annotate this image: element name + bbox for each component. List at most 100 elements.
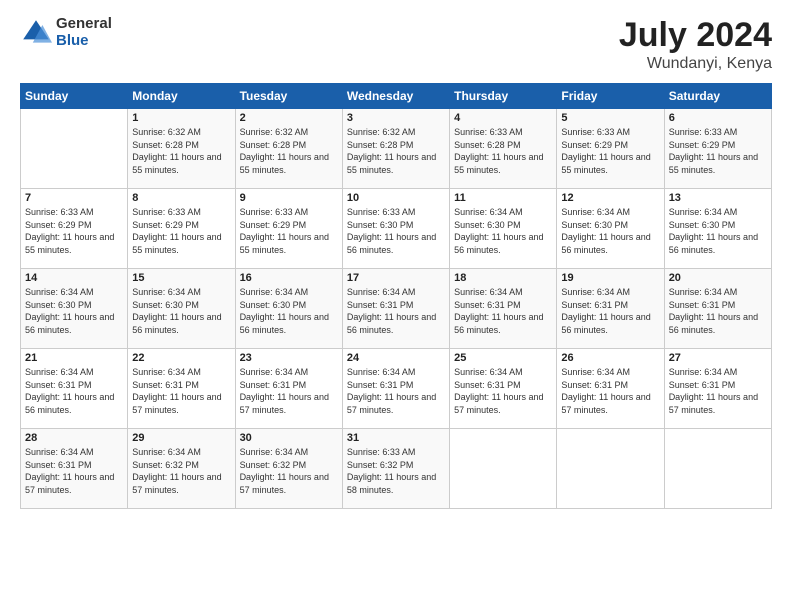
day-number: 20	[669, 272, 767, 284]
day-number: 5	[561, 112, 659, 124]
logo-general: General	[56, 16, 112, 33]
main-title: July 2024	[619, 16, 772, 55]
day-detail: Sunrise: 6:33 AMSunset: 6:29 PMDaylight:…	[25, 206, 123, 256]
calendar-cell: 4 Sunrise: 6:33 AMSunset: 6:28 PMDaylight…	[450, 109, 557, 189]
day-number: 24	[347, 352, 445, 364]
calendar-cell: 26 Sunrise: 6:34 AMSunset: 6:31 PMDayligh…	[557, 349, 664, 429]
calendar-cell: 8 Sunrise: 6:33 AMSunset: 6:29 PMDaylight…	[128, 189, 235, 269]
day-number: 16	[240, 272, 338, 284]
calendar-cell: 13 Sunrise: 6:34 AMSunset: 6:30 PMDayligh…	[664, 189, 771, 269]
day-number: 13	[669, 192, 767, 204]
page: General Blue July 2024 Wundanyi, Kenya S…	[0, 0, 792, 612]
calendar-day-header: Thursday	[450, 84, 557, 109]
title-block: July 2024 Wundanyi, Kenya	[619, 16, 772, 73]
day-number: 12	[561, 192, 659, 204]
day-number: 22	[132, 352, 230, 364]
day-detail: Sunrise: 6:33 AMSunset: 6:29 PMDaylight:…	[561, 126, 659, 176]
day-detail: Sunrise: 6:34 AMSunset: 6:32 PMDaylight:…	[132, 446, 230, 496]
day-detail: Sunrise: 6:34 AMSunset: 6:32 PMDaylight:…	[240, 446, 338, 496]
calendar-header-row: SundayMondayTuesdayWednesdayThursdayFrid…	[21, 84, 772, 109]
calendar-cell: 16 Sunrise: 6:34 AMSunset: 6:30 PMDayligh…	[235, 269, 342, 349]
calendar-day-header: Wednesday	[342, 84, 449, 109]
day-detail: Sunrise: 6:34 AMSunset: 6:30 PMDaylight:…	[669, 206, 767, 256]
day-detail: Sunrise: 6:34 AMSunset: 6:30 PMDaylight:…	[240, 286, 338, 336]
calendar-cell	[21, 109, 128, 189]
calendar-cell: 10 Sunrise: 6:33 AMSunset: 6:30 PMDayligh…	[342, 189, 449, 269]
calendar-day-header: Tuesday	[235, 84, 342, 109]
calendar-cell: 7 Sunrise: 6:33 AMSunset: 6:29 PMDaylight…	[21, 189, 128, 269]
day-detail: Sunrise: 6:34 AMSunset: 6:31 PMDaylight:…	[25, 366, 123, 416]
calendar-day-header: Friday	[557, 84, 664, 109]
calendar-week-row: 7 Sunrise: 6:33 AMSunset: 6:29 PMDaylight…	[21, 189, 772, 269]
calendar-cell	[557, 429, 664, 509]
calendar-cell: 11Sunrise: 6:34 AMSunset: 6:30 PMDayligh…	[450, 189, 557, 269]
calendar-cell: 19Sunrise: 6:34 AMSunset: 6:31 PMDayligh…	[557, 269, 664, 349]
day-number: 9	[240, 192, 338, 204]
day-detail: Sunrise: 6:34 AMSunset: 6:30 PMDaylight:…	[132, 286, 230, 336]
day-detail: Sunrise: 6:33 AMSunset: 6:29 PMDaylight:…	[132, 206, 230, 256]
day-number: 27	[669, 352, 767, 364]
day-detail: Sunrise: 6:32 AMSunset: 6:28 PMDaylight:…	[132, 126, 230, 176]
calendar-cell: 20 Sunrise: 6:34 AMSunset: 6:31 PMDayligh…	[664, 269, 771, 349]
day-number: 28	[25, 432, 123, 444]
day-number: 3	[347, 112, 445, 124]
day-number: 31	[347, 432, 445, 444]
day-detail: Sunrise: 6:34 AMSunset: 6:31 PMDaylight:…	[347, 366, 445, 416]
calendar-cell: 29 Sunrise: 6:34 AMSunset: 6:32 PMDayligh…	[128, 429, 235, 509]
calendar-cell: 6 Sunrise: 6:33 AMSunset: 6:29 PMDaylight…	[664, 109, 771, 189]
calendar-week-row: 14 Sunrise: 6:34 AMSunset: 6:30 PMDayligh…	[21, 269, 772, 349]
day-number: 2	[240, 112, 338, 124]
day-number: 26	[561, 352, 659, 364]
calendar-table: SundayMondayTuesdayWednesdayThursdayFrid…	[20, 83, 772, 509]
day-detail: Sunrise: 6:33 AMSunset: 6:30 PMDaylight:…	[347, 206, 445, 256]
logo-icon	[20, 17, 52, 49]
header: General Blue July 2024 Wundanyi, Kenya	[20, 16, 772, 73]
day-detail: Sunrise: 6:33 AMSunset: 6:28 PMDaylight:…	[454, 126, 552, 176]
calendar-cell: 17Sunrise: 6:34 AMSunset: 6:31 PMDayligh…	[342, 269, 449, 349]
calendar-cell: 31 Sunrise: 6:33 AMSunset: 6:32 PMDayligh…	[342, 429, 449, 509]
day-detail: Sunrise: 6:34 AMSunset: 6:31 PMDaylight:…	[240, 366, 338, 416]
day-detail: Sunrise: 6:32 AMSunset: 6:28 PMDaylight:…	[347, 126, 445, 176]
calendar-cell: 15 Sunrise: 6:34 AMSunset: 6:30 PMDayligh…	[128, 269, 235, 349]
day-number: 8	[132, 192, 230, 204]
sub-title: Wundanyi, Kenya	[619, 55, 772, 73]
calendar-cell: 2Sunrise: 6:32 AMSunset: 6:28 PMDaylight…	[235, 109, 342, 189]
day-detail: Sunrise: 6:33 AMSunset: 6:29 PMDaylight:…	[669, 126, 767, 176]
calendar-cell: 22 Sunrise: 6:34 AMSunset: 6:31 PMDayligh…	[128, 349, 235, 429]
day-number: 14	[25, 272, 123, 284]
calendar-cell: 1 Sunrise: 6:32 AMSunset: 6:28 PMDaylight…	[128, 109, 235, 189]
day-number: 10	[347, 192, 445, 204]
day-detail: Sunrise: 6:34 AMSunset: 6:30 PMDaylight:…	[25, 286, 123, 336]
day-number: 30	[240, 432, 338, 444]
day-detail: Sunrise: 6:34 AMSunset: 6:31 PMDaylight:…	[669, 366, 767, 416]
calendar-day-header: Sunday	[21, 84, 128, 109]
day-number: 7	[25, 192, 123, 204]
day-number: 6	[669, 112, 767, 124]
day-number: 29	[132, 432, 230, 444]
day-detail: Sunrise: 6:34 AMSunset: 6:31 PMDaylight:…	[669, 286, 767, 336]
logo: General Blue	[20, 16, 112, 49]
day-number: 23	[240, 352, 338, 364]
day-detail: Sunrise: 6:34 AMSunset: 6:31 PMDaylight:…	[454, 286, 552, 336]
calendar-day-header: Monday	[128, 84, 235, 109]
calendar-cell: 18Sunrise: 6:34 AMSunset: 6:31 PMDayligh…	[450, 269, 557, 349]
day-detail: Sunrise: 6:33 AMSunset: 6:29 PMDaylight:…	[240, 206, 338, 256]
day-number: 15	[132, 272, 230, 284]
day-detail: Sunrise: 6:34 AMSunset: 6:30 PMDaylight:…	[454, 206, 552, 256]
logo-blue: Blue	[56, 33, 112, 50]
day-detail: Sunrise: 6:34 AMSunset: 6:31 PMDaylight:…	[132, 366, 230, 416]
calendar-cell	[450, 429, 557, 509]
day-detail: Sunrise: 6:33 AMSunset: 6:32 PMDaylight:…	[347, 446, 445, 496]
day-detail: Sunrise: 6:34 AMSunset: 6:31 PMDaylight:…	[561, 366, 659, 416]
day-number: 4	[454, 112, 552, 124]
calendar-week-row: 21Sunrise: 6:34 AMSunset: 6:31 PMDayligh…	[21, 349, 772, 429]
calendar-cell: 3 Sunrise: 6:32 AMSunset: 6:28 PMDaylight…	[342, 109, 449, 189]
day-detail: Sunrise: 6:34 AMSunset: 6:31 PMDaylight:…	[347, 286, 445, 336]
day-number: 25	[454, 352, 552, 364]
calendar-week-row: 28Sunrise: 6:34 AMSunset: 6:31 PMDayligh…	[21, 429, 772, 509]
day-number: 19	[561, 272, 659, 284]
calendar-cell: 28Sunrise: 6:34 AMSunset: 6:31 PMDayligh…	[21, 429, 128, 509]
calendar-cell: 9 Sunrise: 6:33 AMSunset: 6:29 PMDaylight…	[235, 189, 342, 269]
calendar-cell: 5 Sunrise: 6:33 AMSunset: 6:29 PMDaylight…	[557, 109, 664, 189]
day-number: 1	[132, 112, 230, 124]
